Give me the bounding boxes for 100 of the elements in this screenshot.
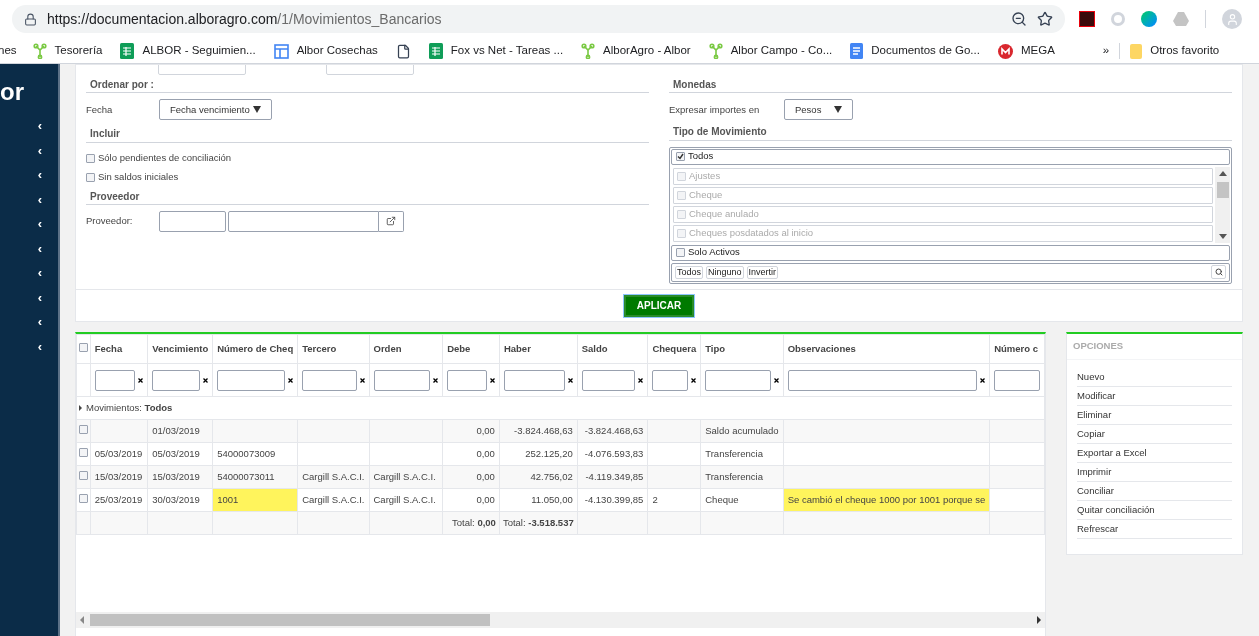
filter-input[interactable]: [447, 369, 487, 391]
menu-item[interactable]: Modificar: [1077, 387, 1232, 406]
column-header[interactable]: Tipo: [700, 334, 784, 364]
clear-filter-icon[interactable]: [489, 377, 495, 383]
column-header[interactable]: Número de Cheq: [212, 334, 298, 364]
column-header[interactable]: Saldo: [577, 334, 648, 364]
circle-extension-icon[interactable]: [1111, 12, 1125, 26]
filter-input[interactable]: [994, 369, 1040, 391]
clear-filter-icon[interactable]: [288, 377, 294, 383]
menu-item[interactable]: Exportar a Excel: [1077, 444, 1232, 463]
filter-input[interactable]: [94, 369, 136, 391]
select-action-button[interactable]: Invertir: [746, 265, 779, 279]
menu-item[interactable]: Quitar conciliación: [1077, 501, 1232, 520]
expand-arrow[interactable]: ‹: [37, 193, 42, 206]
select-action-button[interactable]: Todos: [675, 265, 704, 279]
bookmark[interactable]: Fox vs Net - Tareas ...: [428, 42, 564, 60]
filter-input[interactable]: [652, 369, 689, 391]
clear-filter-icon[interactable]: [691, 377, 697, 383]
menu-item[interactable]: Nuevo: [1077, 368, 1232, 387]
input-field[interactable]: [228, 210, 379, 232]
filter-input[interactable]: [302, 369, 357, 391]
filter-input[interactable]: [152, 369, 201, 391]
apply-button[interactable]: APLICAR: [624, 294, 694, 317]
expand-arrow[interactable]: ‹: [37, 218, 42, 230]
bookmark[interactable]: ALBOR - Seguimien...: [120, 42, 256, 60]
row-checkbox[interactable]: [78, 470, 88, 480]
table-cell: [297, 442, 369, 466]
menu-item[interactable]: Refrescar: [1077, 520, 1232, 539]
expand-arrow[interactable]: ‹: [37, 291, 42, 304]
layout-icon: [273, 43, 289, 59]
checkbox[interactable]: [86, 172, 95, 182]
filter-input[interactable]: [581, 369, 636, 391]
column-header[interactable]: Haber: [499, 334, 578, 364]
star-icon[interactable]: [1037, 11, 1053, 27]
column-header[interactable]: Chequera: [647, 334, 701, 364]
table-cell: Cargill S.A.C.I.: [297, 488, 369, 512]
table-cell: Transferencia: [700, 442, 784, 466]
clear-filter-icon[interactable]: [359, 377, 365, 383]
bookmark[interactable]: Albor Cosechas: [273, 42, 378, 60]
filter-input[interactable]: [217, 369, 286, 391]
expand-arrow[interactable]: ‹: [37, 120, 42, 132]
column-header[interactable]: Observaciones: [783, 334, 990, 364]
expand-arrow[interactable]: ‹: [37, 316, 42, 328]
expand-triangle-icon[interactable]: [79, 404, 82, 411]
expand-arrow[interactable]: ‹: [37, 169, 42, 181]
expand-arrow[interactable]: ‹: [37, 340, 42, 353]
scrollbar[interactable]: [1215, 166, 1230, 243]
bookmark[interactable]: Documentos de Go...: [850, 42, 980, 60]
menu-item[interactable]: Imprimir: [1077, 463, 1232, 482]
profile-avatar[interactable]: [1222, 9, 1242, 29]
more-bookmarks-button[interactable]: »: [1102, 42, 1110, 60]
bookmark[interactable]: MEGA: [997, 42, 1055, 60]
column-header[interactable]: Fecha: [90, 334, 148, 364]
spreadsheet-icon: [120, 43, 135, 59]
field-label: Proveedor:: [86, 214, 134, 229]
checkbox[interactable]: [78, 342, 88, 352]
table-cell: 05/03/2019: [90, 442, 148, 466]
url-text: https://documentacion.alboragro.com/1/Movimientos_Bancarios: [47, 9, 443, 29]
checkbox[interactable]: [86, 153, 95, 163]
bookmark[interactable]: Albor Campo - Co...: [708, 42, 833, 60]
expand-arrow[interactable]: ‹: [37, 144, 42, 157]
clear-filter-icon[interactable]: [773, 377, 779, 383]
clear-filter-icon[interactable]: [638, 377, 644, 383]
filter-input[interactable]: [503, 369, 565, 391]
select-field[interactable]: Pesos: [784, 99, 853, 121]
select-field[interactable]: Fecha vencimiento: [159, 99, 272, 121]
clear-filter-icon[interactable]: [980, 377, 986, 383]
expand-arrow[interactable]: ‹: [37, 242, 42, 255]
expand-arrow[interactable]: ‹: [37, 267, 42, 279]
filter-input[interactable]: [373, 369, 431, 391]
clear-filter-icon[interactable]: [138, 377, 144, 383]
clear-filter-icon[interactable]: [203, 377, 209, 383]
bookmark[interactable]: AlborAgro - Albor: [581, 42, 691, 60]
zoom-out-icon[interactable]: [1011, 11, 1027, 27]
search-button[interactable]: [1211, 265, 1226, 279]
clear-filter-icon[interactable]: [433, 377, 439, 383]
bookmark-folder[interactable]: Otros favorito: [1130, 42, 1220, 60]
menu-item[interactable]: Copiar: [1077, 425, 1232, 444]
row-checkbox[interactable]: [78, 493, 88, 503]
column-header[interactable]: Vencimiento: [147, 334, 213, 364]
column-header[interactable]: Debe: [442, 334, 500, 364]
input-field[interactable]: [159, 210, 226, 232]
menu-item[interactable]: Conciliar: [1077, 482, 1232, 501]
row-checkbox[interactable]: [78, 447, 88, 457]
menu-item[interactable]: Eliminar: [1077, 406, 1232, 425]
checkbox[interactable]: [676, 248, 685, 257]
bookmark[interactable]: Tesorería: [32, 42, 103, 60]
row-checkbox[interactable]: [78, 424, 88, 434]
filter-input[interactable]: [787, 369, 978, 391]
filter-input[interactable]: [705, 369, 771, 391]
checkbox[interactable]: [676, 152, 685, 161]
select-action-button[interactable]: Ninguno: [706, 265, 744, 279]
open-link-button[interactable]: [379, 210, 404, 232]
column-header[interactable]: Orden: [369, 334, 443, 364]
address-bar[interactable]: https://documentacion.alboragro.com/1/Movimientos_Bancarios: [12, 5, 1065, 33]
column-header[interactable]: Tercero: [297, 334, 369, 364]
horizontal-scrollbar[interactable]: [76, 612, 1045, 628]
column-header[interactable]: Número c: [989, 334, 1045, 364]
clear-filter-icon[interactable]: [567, 377, 573, 383]
bookmark[interactable]: [395, 43, 411, 59]
